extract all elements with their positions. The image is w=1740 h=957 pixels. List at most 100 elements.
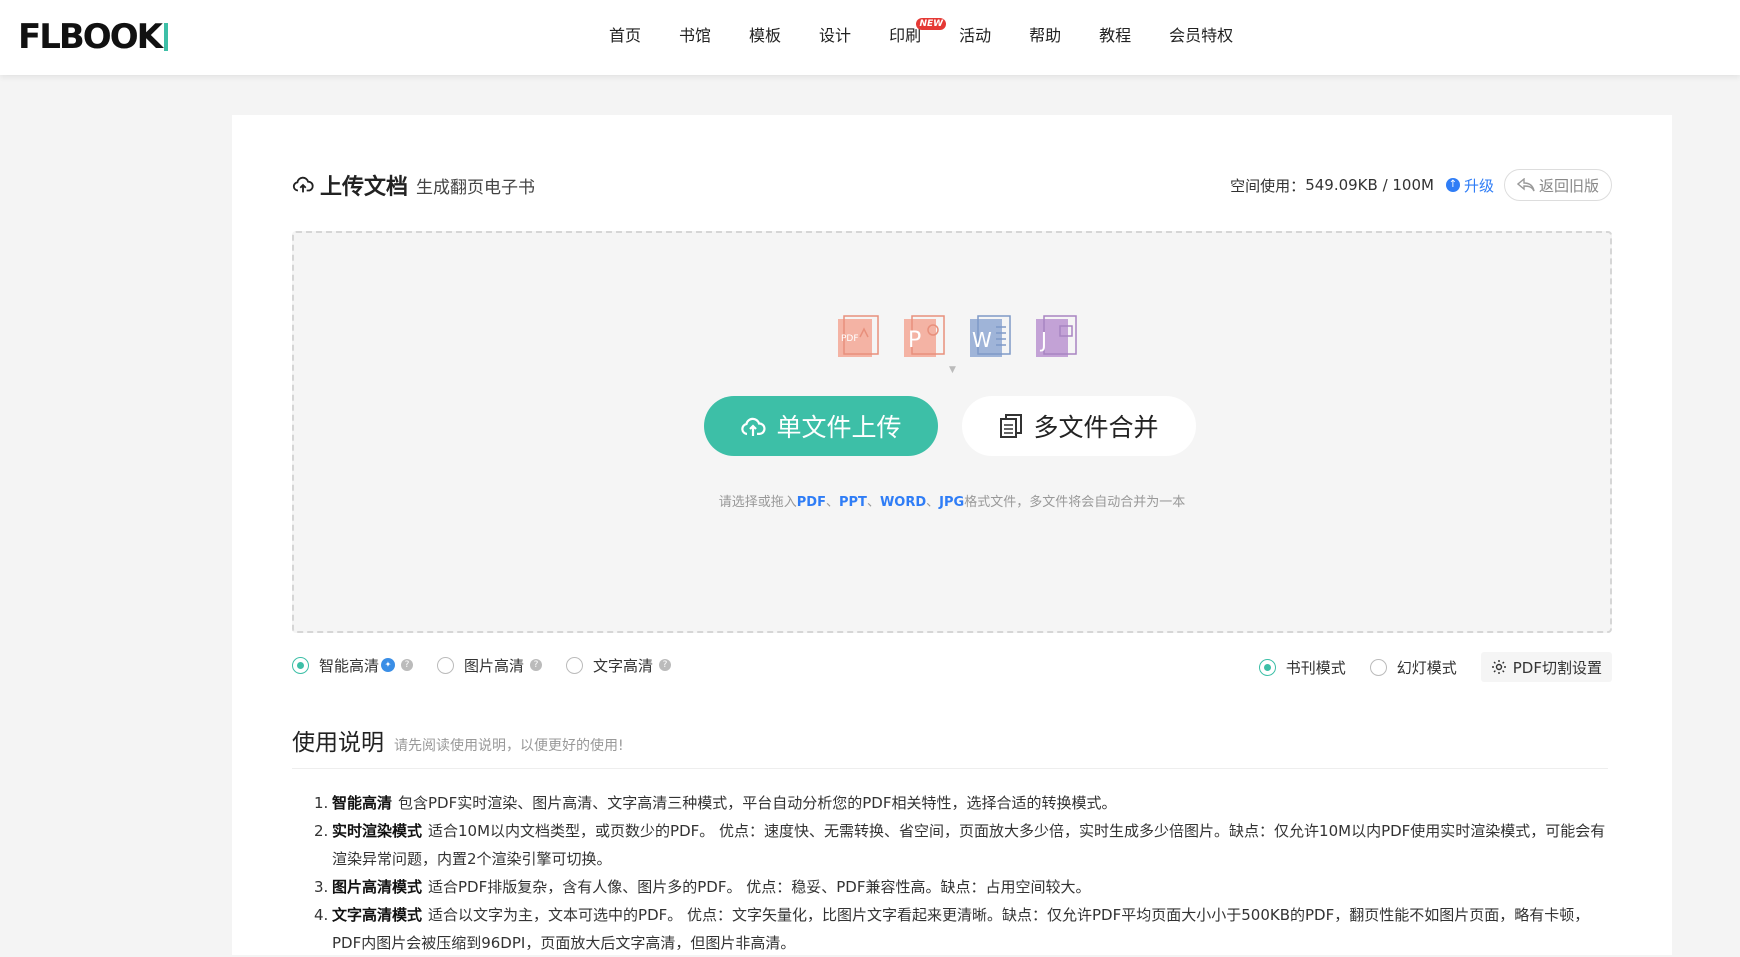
radio-checked[interactable] [1258, 658, 1276, 676]
mode-option-book[interactable]: 书刊模式 [1258, 657, 1346, 678]
copy-files-icon [1000, 414, 1023, 438]
nav-item-print[interactable]: 印刷 NEW [870, 0, 947, 75]
hint-prefix: 请选择或拖入 [718, 495, 797, 510]
storage-usage: 空间使用： 549.09KB / 100M ↑ 升级 返回旧版 [1230, 168, 1612, 202]
nav-label: 书馆 [679, 26, 712, 45]
item-number: 2. [314, 822, 329, 840]
nav-label: 教程 [1099, 26, 1132, 45]
format-jpg: JPG [939, 495, 965, 510]
svg-text:P: P [908, 328, 921, 353]
item-term: 实时渲染模式 [332, 822, 423, 840]
nav-label: 模板 [749, 26, 782, 45]
return-label: 返回旧版 [1538, 176, 1599, 195]
nav-label: 帮助 [1029, 26, 1062, 45]
cloud-upload-icon [741, 417, 766, 436]
list-item: 1. 智能高清 包含PDF实时渲染、图片高清、文字高清三种模式，平台自动分析您的PD… [314, 789, 1608, 817]
cloud-upload-icon [292, 176, 314, 193]
svg-text:W: W [972, 328, 992, 352]
nav-item-design[interactable]: 设计 [800, 0, 870, 75]
nav-label: 会员特权 [1169, 26, 1234, 45]
item-desc: 适合PDF排版复杂，含有人像、图片多的PDF。 优点：稳妥、PDF兼容性高。缺点… [428, 878, 1091, 896]
format-ppt: PPT [839, 495, 867, 510]
instructions-subtitle: 请先阅读使用说明，以便更好的使用! [394, 738, 624, 754]
pdf-cut-label: PDF切割设置 [1512, 658, 1602, 677]
upgrade-link[interactable]: ↑ 升级 [1445, 175, 1494, 196]
page-subtitle: 生成翻页电子书 [416, 177, 536, 198]
format-pdf: PDF [796, 495, 826, 510]
mode-options: 书刊模式 幻灯模式 PDF切割设置 [1235, 651, 1612, 683]
supported-file-icons: PDF P W J [834, 315, 1080, 359]
return-arrow-icon [1516, 178, 1535, 192]
nav-item-membership[interactable]: 会员特权 [1150, 0, 1252, 75]
upgrade-label: 升级 [1463, 176, 1494, 195]
upload-title-row: 上传文档 生成翻页电子书 [292, 170, 535, 200]
svg-text:PDF: PDF [841, 334, 859, 344]
vip-icon: ✦ [381, 658, 396, 672]
instructions-list: 1. 智能高清 包含PDF实时渲染、图片高清、文字高清三种模式，平台自动分析您的PD… [314, 789, 1608, 957]
upload-hint: 请选择或拖入PDF、PPT、WORD、JPG格式文件，多文件将会自动合并为一本 [718, 495, 1186, 510]
nav-item-templates[interactable]: 模板 [730, 0, 800, 75]
list-item: 2. 实时渲染模式 适合10M以内文档类型，或页数少的PDF。 优点：速度快、无需转… [314, 817, 1608, 873]
ppt-file-icon: P [904, 315, 945, 357]
radio-unchecked[interactable] [1369, 658, 1387, 676]
option-label: 智能高清 [319, 656, 380, 675]
option-label: 文字高清 [593, 656, 654, 675]
single-upload-label: 单文件上传 [776, 413, 902, 442]
help-icon[interactable]: ? [401, 659, 414, 671]
format-word: WORD [879, 495, 927, 510]
quality-option-smart-hd[interactable]: 智能高清 ✦? [292, 655, 414, 676]
item-desc: 适合以文字为主，文本可选中的PDF。 优点：文字矢量化，比图片文字看起来更清晰。… [332, 906, 1590, 952]
nav-item-help[interactable]: 帮助 [1010, 0, 1080, 75]
list-item: 3. 图片高清模式 适合PDF排版复杂，含有人像、图片多的PDF。 优点：稳妥、PD… [314, 873, 1608, 901]
jpg-file-icon: J [1036, 315, 1077, 357]
upload-card: 上传文档 生成翻页电子书 空间使用： 549.09KB / 100M ↑ 升级 返… [232, 115, 1672, 955]
gear-icon [1491, 660, 1506, 674]
hint-suffix: 格式文件，多文件将会自动合并为一本 [964, 495, 1186, 510]
nav-item-home[interactable]: 首页 [590, 0, 660, 75]
pdf-cut-settings-button[interactable]: PDF切割设置 [1480, 652, 1612, 682]
nav-item-tutorials[interactable]: 教程 [1080, 0, 1150, 75]
file-drop-zone[interactable]: PDF P W J ▼ 单文件上传 多文件合并 请选择或拖入PDF、PPT、WO… [292, 231, 1612, 633]
multi-file-merge-button[interactable]: 多文件合并 [962, 396, 1196, 456]
nav-label: 首页 [609, 26, 642, 45]
option-label: 幻灯模式 [1396, 658, 1457, 677]
radio-unchecked[interactable] [566, 656, 584, 674]
radio-checked[interactable] [292, 656, 309, 674]
item-number: 1. [314, 794, 329, 812]
mode-option-slide[interactable]: 幻灯模式 [1369, 657, 1457, 678]
instructions-title: 使用说明 [292, 730, 384, 756]
quality-options: 智能高清 ✦? 图片高清? 文字高清? [292, 650, 695, 680]
option-label: 图片高清 [464, 656, 525, 675]
quality-option-text-hd[interactable]: 文字高清? [566, 655, 672, 676]
single-file-upload-button[interactable]: 单文件上传 [704, 396, 938, 456]
flbook-logo[interactable]: FLBOOK [18, 18, 168, 56]
top-header: FLBOOK 首页 书馆 模板 设计 印刷 NEW 活动 帮助 教程 会员特权 [0, 0, 1740, 75]
radio-unchecked[interactable] [437, 656, 455, 674]
instructions-header: 使用说明 请先阅读使用说明，以便更好的使用! [292, 723, 1608, 769]
word-file-icon: W [970, 315, 1011, 357]
item-number: 3. [314, 878, 329, 896]
nav-label: 活动 [959, 26, 992, 45]
quality-option-image-hd[interactable]: 图片高清? [437, 655, 543, 676]
page-title: 上传文档 [320, 175, 409, 200]
return-old-version-button[interactable]: 返回旧版 [1503, 169, 1612, 201]
help-icon[interactable]: ? [659, 659, 672, 671]
multi-merge-label: 多文件合并 [1033, 413, 1159, 442]
upgrade-icon: ↑ [1445, 178, 1460, 192]
nav-label: 设计 [819, 26, 852, 45]
caret-down-icon: ▼ [949, 365, 956, 375]
item-term: 图片高清模式 [332, 878, 423, 896]
item-term: 智能高清 [332, 794, 393, 812]
help-icon[interactable]: ? [530, 659, 543, 671]
option-label: 书刊模式 [1285, 658, 1346, 677]
nav-item-events[interactable]: 活动 [940, 0, 1010, 75]
space-value: 549.09KB / 100M [1305, 176, 1434, 194]
logo-bar [163, 23, 168, 51]
nav-item-library[interactable]: 书馆 [660, 0, 730, 75]
nav-label: 印刷 [889, 26, 922, 45]
pdf-file-icon: PDF [838, 315, 879, 357]
main-nav: 首页 书馆 模板 设计 印刷 NEW 活动 帮助 教程 会员特权 [590, 0, 1252, 75]
list-item: 4. 文字高清模式 适合以文字为主，文本可选中的PDF。 优点：文字矢量化，比图片文… [314, 901, 1608, 957]
svg-text:J: J [1039, 328, 1047, 352]
item-number: 4. [314, 906, 329, 924]
